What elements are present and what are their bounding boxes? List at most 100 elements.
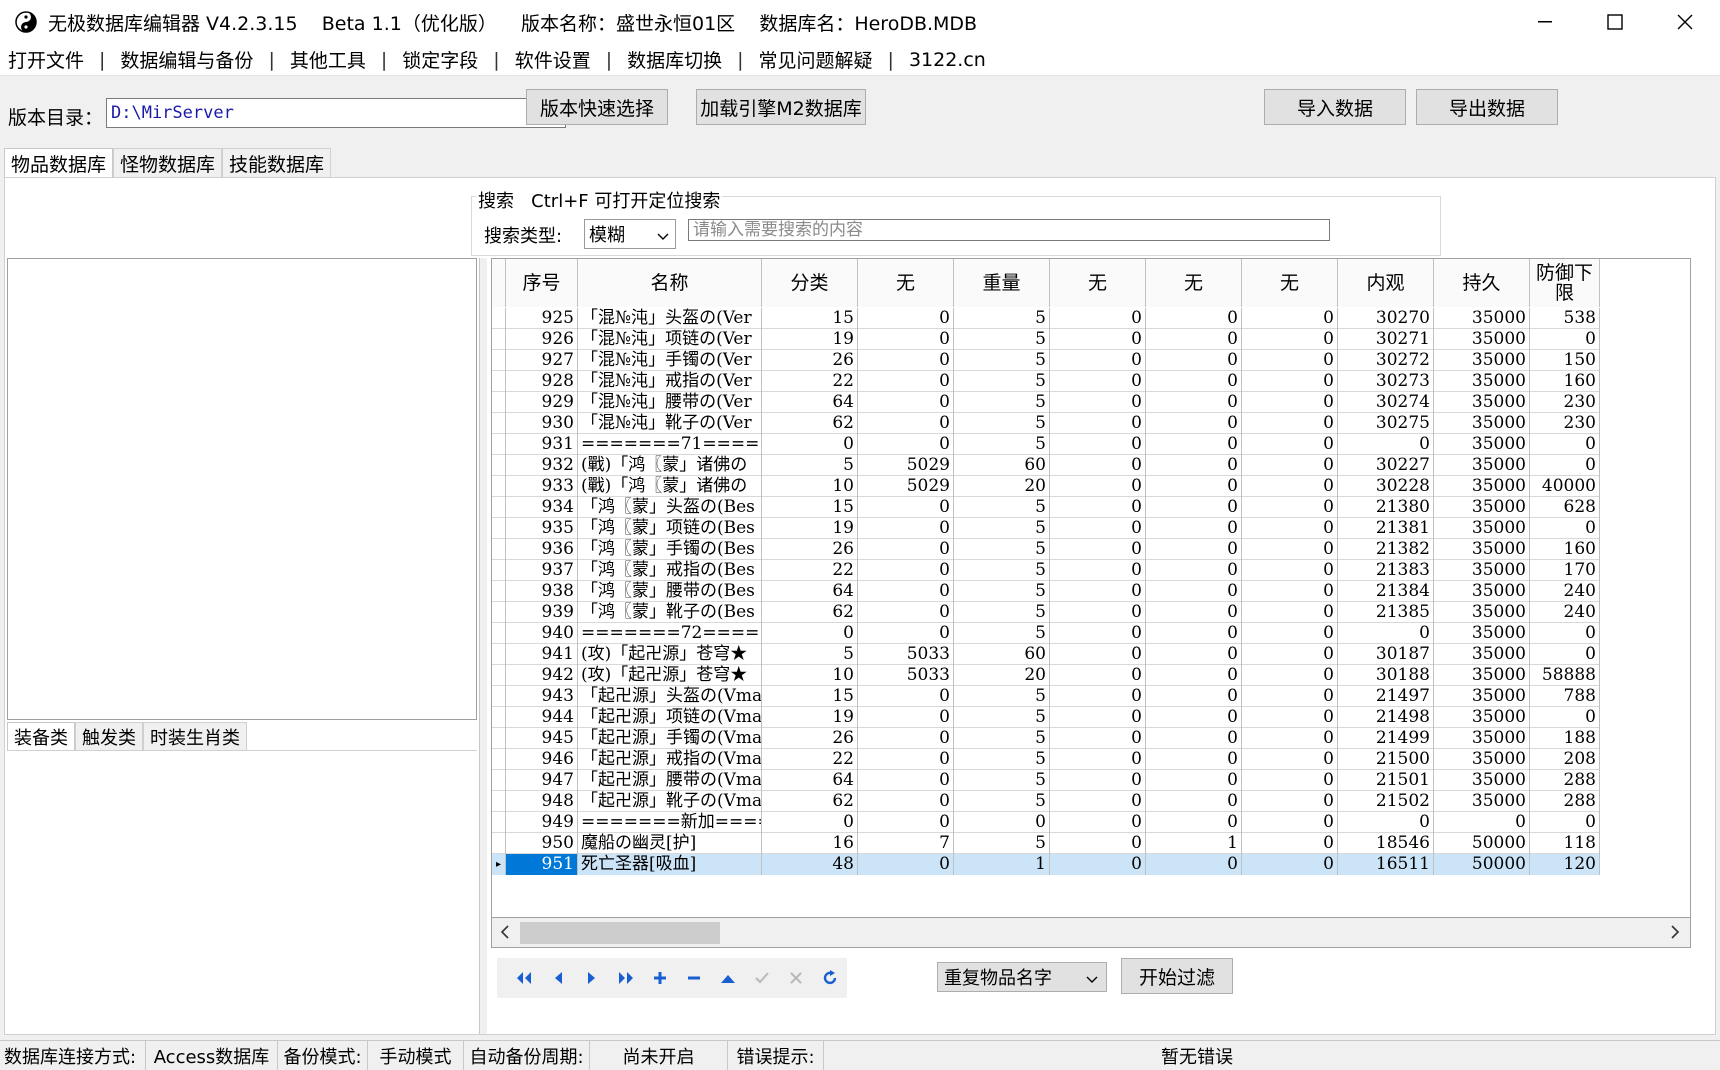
cell-col-looks[interactable]: 21501 — [1338, 770, 1434, 791]
cell-col-weight[interactable]: 5 — [954, 308, 1050, 329]
cell-col-none-3[interactable]: 0 — [1146, 791, 1242, 812]
row-indicator[interactable] — [492, 749, 506, 770]
cell-col-name[interactable]: 「起卍源」项链の(Vma — [578, 707, 762, 728]
cell-col-none-4[interactable]: 0 — [1242, 812, 1338, 833]
cell-col-min-defense[interactable]: 170 — [1530, 560, 1600, 581]
cell-col-none-1[interactable]: 0 — [858, 602, 954, 623]
cell-col-category[interactable]: 48 — [762, 854, 858, 875]
cell-col-min-defense[interactable]: 0 — [1530, 329, 1600, 350]
cell-col-none-3[interactable]: 0 — [1146, 413, 1242, 434]
tab-equipment[interactable]: 装备类 — [7, 722, 75, 750]
menu-settings[interactable]: 软件设置 — [515, 46, 591, 73]
cell-col-none-1[interactable]: 0 — [858, 497, 954, 518]
cell-col-weight[interactable]: 20 — [954, 476, 1050, 497]
header-col-none-4[interactable]: 无 — [1242, 259, 1338, 307]
cell-col-name[interactable]: 「起卍源」手镯の(Vma — [578, 728, 762, 749]
menu-other-tools[interactable]: 其他工具 — [290, 46, 366, 73]
cell-col-none-2[interactable]: 0 — [1050, 518, 1146, 539]
table-row[interactable]: 942 (攻)「起卍源」苍穹★ 10 5033 20 0 0 0 30188 35000 58888 — [492, 665, 1600, 686]
cell-col-category[interactable]: 22 — [762, 371, 858, 392]
cell-col-none-2[interactable]: 0 — [1050, 623, 1146, 644]
cell-col-durability[interactable]: 35000 — [1434, 728, 1530, 749]
maximize-button[interactable] — [1580, 0, 1650, 44]
cell-col-category[interactable]: 5 — [762, 644, 858, 665]
cell-col-none-4[interactable]: 0 — [1242, 749, 1338, 770]
cell-col-none-1[interactable]: 0 — [858, 350, 954, 371]
cell-col-none-2[interactable]: 0 — [1050, 413, 1146, 434]
row-indicator[interactable] — [492, 812, 506, 833]
search-input[interactable]: 请输入需要搜索的内容 — [688, 219, 1330, 241]
cell-col-none-1[interactable]: 0 — [858, 686, 954, 707]
cell-col-looks[interactable]: 21380 — [1338, 497, 1434, 518]
cell-col-none-1[interactable]: 7 — [858, 833, 954, 854]
row-indicator[interactable] — [492, 602, 506, 623]
row-indicator[interactable] — [492, 308, 506, 329]
cell-col-none-2[interactable]: 0 — [1050, 644, 1146, 665]
cell-col-category[interactable]: 0 — [762, 623, 858, 644]
table-row[interactable]: 928 「混№沌」戒指の(Ver 22 0 5 0 0 0 30273 35000 160 — [492, 371, 1600, 392]
cell-col-weight[interactable]: 5 — [954, 686, 1050, 707]
table-row[interactable]: 949=======新加=======000000000 — [492, 812, 1600, 833]
cell-col-none-2[interactable]: 0 — [1050, 791, 1146, 812]
cell-col-none-1[interactable]: 0 — [858, 434, 954, 455]
cell-col-none-3[interactable]: 0 — [1146, 560, 1242, 581]
cell-col-durability[interactable]: 35000 — [1434, 707, 1530, 728]
cell-col-name[interactable]: 「鸿〖蒙」头盔の(Bes — [578, 497, 762, 518]
table-row[interactable]: 941 (攻)「起卍源」苍穹★ 5 5033 60 0 0 0 30187 35000 0 — [492, 644, 1600, 665]
header-col-name[interactable]: 名称 — [578, 259, 762, 307]
cell-col-none-3[interactable]: 0 — [1146, 518, 1242, 539]
cell-col-looks[interactable]: 30271 — [1338, 329, 1434, 350]
header-col-durability[interactable]: 持久 — [1434, 259, 1530, 307]
tab-fashion-zodiac[interactable]: 时装生肖类 — [143, 722, 247, 750]
cell-col-none-4[interactable]: 0 — [1242, 350, 1338, 371]
cell-col-none-4[interactable]: 0 — [1242, 833, 1338, 854]
cell-col-none-2[interactable]: 0 — [1050, 308, 1146, 329]
cell-col-durability[interactable]: 35000 — [1434, 413, 1530, 434]
cell-col-none-1[interactable]: 0 — [858, 854, 954, 875]
cell-col-category[interactable]: 5 — [762, 455, 858, 476]
table-row[interactable]: 926 「混№沌」项链の(Ver 19 0 5 0 0 0 30271 35000 0 — [492, 329, 1600, 350]
table-row[interactable]: 925 「混№沌」头盔の(Ver 15 0 5 0 0 0 30270 35000 538 — [492, 308, 1600, 329]
cell-col-weight[interactable]: 0 — [954, 812, 1050, 833]
cell-col-index[interactable]: 951 — [506, 854, 578, 875]
cell-col-min-defense[interactable]: 118 — [1530, 833, 1600, 854]
table-row[interactable]: 929 「混№沌」腰带の(Ver 64 0 5 0 0 0 30274 35000 230 — [492, 392, 1600, 413]
tab-trigger[interactable]: 触发类 — [75, 722, 143, 750]
dir-input[interactable]: D:\MirServer — [106, 98, 566, 128]
cell-col-category[interactable]: 64 — [762, 581, 858, 602]
cell-col-index[interactable]: 944 — [506, 707, 578, 728]
cell-col-name[interactable]: 「鸿〖蒙」腰带の(Bes — [578, 581, 762, 602]
cell-col-none-1[interactable]: 5033 — [858, 644, 954, 665]
cell-col-weight[interactable]: 5 — [954, 371, 1050, 392]
row-indicator[interactable] — [492, 833, 506, 854]
cell-col-none-2[interactable]: 0 — [1050, 812, 1146, 833]
cell-col-weight[interactable]: 5 — [954, 602, 1050, 623]
cell-col-looks[interactable]: 30227 — [1338, 455, 1434, 476]
cell-col-none-4[interactable]: 0 — [1242, 371, 1338, 392]
cell-col-weight[interactable]: 60 — [954, 644, 1050, 665]
cell-col-none-1[interactable]: 0 — [858, 812, 954, 833]
cell-col-looks[interactable]: 30275 — [1338, 413, 1434, 434]
cell-col-none-3[interactable]: 0 — [1146, 371, 1242, 392]
cell-col-looks[interactable]: 21500 — [1338, 749, 1434, 770]
cell-col-weight[interactable]: 60 — [954, 455, 1050, 476]
first-icon[interactable] — [507, 961, 541, 995]
cell-col-index[interactable]: 942 — [506, 665, 578, 686]
cell-col-none-3[interactable]: 0 — [1146, 665, 1242, 686]
header-col-category[interactable]: 分类 — [762, 259, 858, 307]
table-row[interactable]: 944 「起卍源」项链の(Vma 19 0 5 0 0 0 21498 35000 0 — [492, 707, 1600, 728]
table-row[interactable]: 950 魔船の幽灵[护] 16 7 5 0 1 0 18546 50000 118 — [492, 833, 1600, 854]
cell-col-none-1[interactable]: 0 — [858, 581, 954, 602]
refresh-icon[interactable] — [813, 961, 847, 995]
scroll-left-icon[interactable] — [498, 922, 512, 947]
header-col-none-2[interactable]: 无 — [1050, 259, 1146, 307]
cell-col-looks[interactable]: 30272 — [1338, 350, 1434, 371]
row-indicator[interactable] — [492, 560, 506, 581]
cell-col-name[interactable]: 魔船の幽灵[护] — [578, 833, 762, 854]
cell-col-looks[interactable]: 30270 — [1338, 308, 1434, 329]
cell-col-weight[interactable]: 5 — [954, 560, 1050, 581]
cell-col-durability[interactable]: 35000 — [1434, 350, 1530, 371]
cell-col-none-3[interactable]: 0 — [1146, 602, 1242, 623]
cell-col-durability[interactable]: 35000 — [1434, 539, 1530, 560]
cell-col-none-3[interactable]: 0 — [1146, 770, 1242, 791]
